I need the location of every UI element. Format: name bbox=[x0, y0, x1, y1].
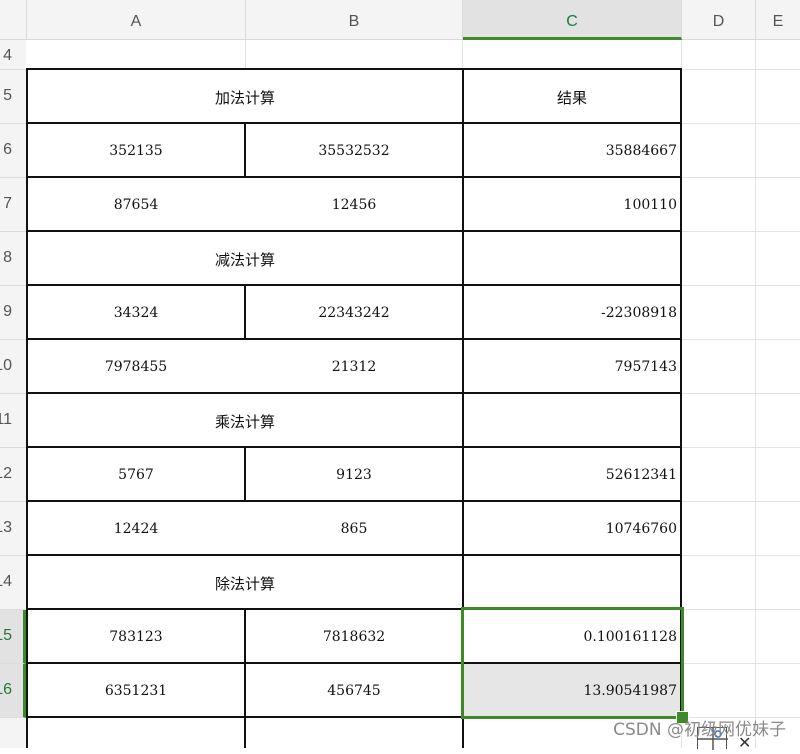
table-border bbox=[26, 230, 682, 232]
row-number: 12 bbox=[0, 465, 12, 482]
cell-c10[interactable]: 7957143 bbox=[463, 340, 681, 394]
cell-c13[interactable]: 10746760 bbox=[463, 502, 681, 556]
column-header-c[interactable]: C bbox=[463, 0, 682, 40]
cell-c12[interactable]: 52612341 bbox=[463, 448, 681, 502]
row-header[interactable]: 13 bbox=[0, 502, 26, 556]
table-border bbox=[26, 608, 682, 610]
table-border bbox=[26, 68, 682, 70]
row-header[interactable] bbox=[0, 718, 26, 748]
cell-b10[interactable]: 21312 bbox=[245, 340, 463, 394]
row-number: 13 bbox=[0, 519, 12, 536]
column-header-d[interactable]: D bbox=[682, 0, 756, 40]
column-header-a[interactable]: A bbox=[27, 0, 246, 40]
row-header[interactable]: 7 bbox=[0, 178, 26, 232]
table-border bbox=[26, 716, 682, 718]
cell-a13[interactable]: 12424 bbox=[27, 502, 245, 556]
cell-b9[interactable]: 22343242 bbox=[245, 286, 463, 340]
row-number: 15 bbox=[0, 627, 12, 644]
section-header-addition[interactable]: 加法计算 bbox=[27, 70, 463, 124]
section-header-multiplication[interactable]: 乘法计算 bbox=[27, 394, 463, 448]
row-header[interactable]: 16 bbox=[0, 664, 26, 718]
cell-b6[interactable]: 35532532 bbox=[245, 124, 463, 178]
cell-b15[interactable]: 7818632 bbox=[245, 610, 463, 664]
row-number: 11 bbox=[0, 411, 12, 428]
section-header-subtraction[interactable]: 减法计算 bbox=[27, 232, 463, 286]
cell-a12[interactable]: 5767 bbox=[27, 448, 245, 502]
cell-a9[interactable]: 34324 bbox=[27, 286, 245, 340]
row-number: 9 bbox=[3, 303, 12, 320]
table-border bbox=[244, 447, 246, 502]
gridline bbox=[245, 40, 246, 70]
cell-b13[interactable]: 865 bbox=[245, 502, 463, 556]
gridline bbox=[462, 40, 463, 70]
row-header[interactable]: 14 bbox=[0, 556, 26, 610]
table-border bbox=[26, 500, 682, 502]
row-header[interactable]: 15 bbox=[0, 610, 26, 664]
cell-c6[interactable]: 35884667 bbox=[463, 124, 681, 178]
row-header[interactable]: 11 bbox=[0, 394, 26, 448]
table-border bbox=[462, 68, 464, 748]
cell-a16[interactable]: 6351231 bbox=[27, 664, 245, 718]
table-border bbox=[26, 122, 682, 124]
table-border bbox=[26, 284, 682, 286]
table-border bbox=[26, 392, 682, 394]
table-border bbox=[26, 446, 682, 448]
row-number: 5 bbox=[3, 87, 12, 104]
cell-c16[interactable]: 13.90541987 bbox=[463, 664, 681, 718]
row-header[interactable]: 4 bbox=[0, 40, 26, 70]
gridline bbox=[755, 40, 756, 748]
row-header[interactable]: 8 bbox=[0, 232, 26, 286]
row-number: 7 bbox=[3, 195, 12, 212]
row-header[interactable]: 9 bbox=[0, 286, 26, 340]
cell-c7[interactable]: 100110 bbox=[463, 178, 681, 232]
cell-a6[interactable]: 352135 bbox=[27, 124, 245, 178]
row-number: 10 bbox=[0, 357, 12, 374]
row-header[interactable]: 6 bbox=[0, 124, 26, 178]
table-border bbox=[26, 176, 682, 178]
table-border bbox=[244, 123, 246, 178]
watermark: CSDN @初级网优妹子 bbox=[613, 720, 786, 740]
cell-c15[interactable]: 0.100161128 bbox=[463, 610, 681, 664]
row-number: 16 bbox=[0, 681, 12, 698]
table-border bbox=[26, 554, 682, 556]
row-number: 4 bbox=[3, 47, 12, 64]
row-number: 8 bbox=[3, 249, 12, 266]
cell-b16[interactable]: 456745 bbox=[245, 664, 463, 718]
table-border bbox=[244, 609, 246, 748]
table-border bbox=[244, 285, 246, 340]
row-number: 14 bbox=[0, 573, 12, 590]
column-header-b[interactable]: B bbox=[246, 0, 463, 40]
cell-b7[interactable]: 12456 bbox=[245, 178, 463, 232]
table-border bbox=[26, 662, 682, 664]
cell-c9[interactable]: -22308918 bbox=[463, 286, 681, 340]
row-number: 6 bbox=[3, 141, 12, 158]
result-header[interactable]: 结果 bbox=[463, 70, 681, 124]
cell-a15[interactable]: 783123 bbox=[27, 610, 245, 664]
row-header[interactable]: 5 bbox=[0, 70, 26, 124]
cell-a7[interactable]: 87654 bbox=[27, 178, 245, 232]
table-border bbox=[26, 338, 682, 340]
row-header[interactable]: 10 bbox=[0, 340, 26, 394]
column-header-e[interactable]: E bbox=[756, 0, 800, 40]
cell-b12[interactable]: 9123 bbox=[245, 448, 463, 502]
row-header[interactable]: 12 bbox=[0, 448, 26, 502]
section-header-division[interactable]: 除法计算 bbox=[27, 556, 463, 610]
table-border bbox=[26, 718, 28, 748]
cell-a10[interactable]: 7978455 bbox=[27, 340, 245, 394]
corner-cell[interactable] bbox=[0, 0, 27, 40]
